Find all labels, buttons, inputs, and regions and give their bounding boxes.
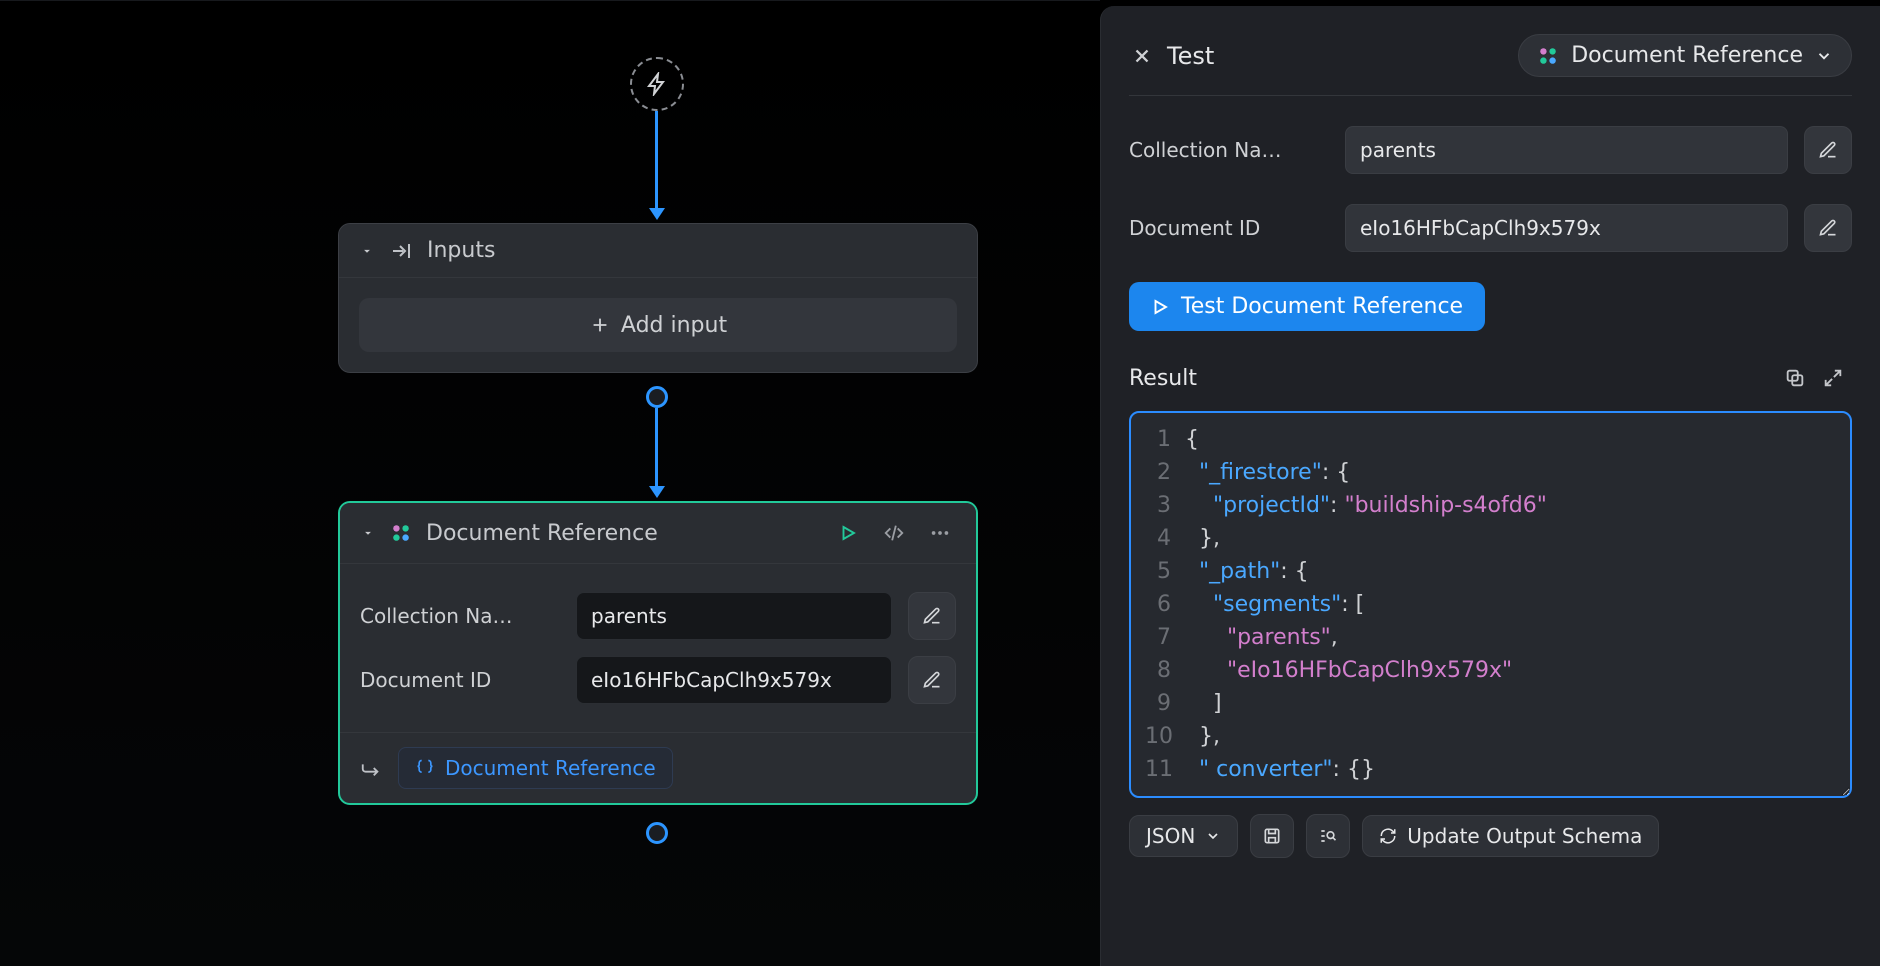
- node-selector-label: Document Reference: [1571, 43, 1803, 68]
- field-label-docid: Document ID: [360, 668, 560, 692]
- return-icon: [360, 757, 382, 779]
- chevron-down-icon: [360, 525, 376, 541]
- json-line: 10 },: [1145, 720, 1836, 753]
- field-label-collection: Collection Na…: [360, 604, 560, 628]
- json-line: 8 "eIo16HFbCapClh9x579x": [1145, 654, 1836, 687]
- chevron-down-icon: [359, 243, 375, 259]
- format-label: JSON: [1146, 824, 1195, 848]
- field-label-docid: Document ID: [1129, 216, 1329, 240]
- expand-result-button[interactable]: [1814, 359, 1852, 397]
- json-line: 1{: [1145, 423, 1836, 456]
- node-document-reference[interactable]: Document Reference Collection Na… parent…: [338, 501, 978, 805]
- json-line: 3 "projectId": "buildship-s4ofd6": [1145, 489, 1836, 522]
- workflow-canvas[interactable]: Inputs Add input Document Reference: [0, 0, 1100, 966]
- panel-title: Test: [1167, 42, 1214, 70]
- docid-value[interactable]: eIo16HFbCapClh9x579x: [576, 656, 892, 704]
- run-test-button[interactable]: Test Document Reference: [1129, 282, 1485, 331]
- result-json-viewer[interactable]: 1{2 "_firestore": {3 "projectId": "build…: [1129, 411, 1852, 798]
- node-inputs[interactable]: Inputs Add input: [338, 223, 978, 373]
- run-test-label: Test Document Reference: [1181, 294, 1463, 319]
- output-type-label: Document Reference: [445, 756, 656, 780]
- node-header[interactable]: Inputs: [339, 224, 977, 278]
- node-title: Document Reference: [426, 521, 658, 546]
- update-schema-button[interactable]: Update Output Schema: [1362, 815, 1659, 857]
- refresh-icon: [1379, 827, 1397, 845]
- more-button[interactable]: [924, 517, 956, 549]
- update-schema-label: Update Output Schema: [1407, 824, 1642, 848]
- field-label-collection: Collection Na…: [1129, 138, 1329, 162]
- edit-collection-button[interactable]: [1804, 126, 1852, 174]
- braces-icon: [415, 758, 435, 778]
- json-line: 5 "_path": {: [1145, 555, 1836, 588]
- trigger-node[interactable]: [630, 57, 684, 111]
- firestore-icon: [390, 522, 412, 544]
- run-node-button[interactable]: [832, 517, 864, 549]
- docid-input[interactable]: eIo16HFbCapClh9x579x: [1345, 204, 1788, 252]
- node-selector-dropdown[interactable]: Document Reference: [1518, 34, 1852, 77]
- edit-collection-button[interactable]: [908, 592, 956, 640]
- save-output-button[interactable]: [1250, 814, 1294, 858]
- edit-docid-button[interactable]: [1804, 204, 1852, 252]
- code-button[interactable]: [878, 517, 910, 549]
- chevron-down-icon: [1815, 47, 1833, 65]
- collection-input[interactable]: parents: [1345, 126, 1788, 174]
- inputs-arrow-icon: [389, 239, 413, 263]
- node-header[interactable]: Document Reference: [340, 503, 976, 564]
- firestore-icon: [1537, 45, 1559, 67]
- edge: [655, 111, 658, 208]
- json-line: 2 "_firestore": {: [1145, 456, 1836, 489]
- output-port[interactable]: [646, 386, 668, 408]
- bolt-icon: [645, 72, 669, 96]
- node-output-row: Document Reference: [340, 732, 976, 803]
- output-type-chip[interactable]: Document Reference: [398, 747, 673, 789]
- plus-icon: [589, 314, 611, 336]
- json-line: 6 "segments": [: [1145, 588, 1836, 621]
- json-line: 9 ]: [1145, 687, 1836, 720]
- close-panel-button[interactable]: [1129, 43, 1155, 69]
- json-line: 7 "parents",: [1145, 621, 1836, 654]
- node-title: Inputs: [427, 238, 495, 263]
- edge: [655, 408, 658, 486]
- chevron-down-icon: [1205, 828, 1221, 844]
- format-selector[interactable]: JSON: [1129, 815, 1238, 857]
- arrowhead-icon: [649, 208, 665, 220]
- json-line: 11 " converter": {}: [1145, 753, 1836, 786]
- collection-value[interactable]: parents: [576, 592, 892, 640]
- add-input-label: Add input: [621, 313, 727, 338]
- json-line: 4 },: [1145, 522, 1836, 555]
- add-input-button[interactable]: Add input: [359, 298, 957, 352]
- play-icon: [1151, 298, 1169, 316]
- output-port[interactable]: [646, 822, 668, 844]
- test-panel: Test Document Reference Collection Na… p…: [1100, 6, 1880, 966]
- arrowhead-icon: [649, 486, 665, 498]
- copy-result-button[interactable]: [1776, 359, 1814, 397]
- result-label: Result: [1129, 366, 1197, 391]
- edit-docid-button[interactable]: [908, 656, 956, 704]
- inspect-output-button[interactable]: [1306, 814, 1350, 858]
